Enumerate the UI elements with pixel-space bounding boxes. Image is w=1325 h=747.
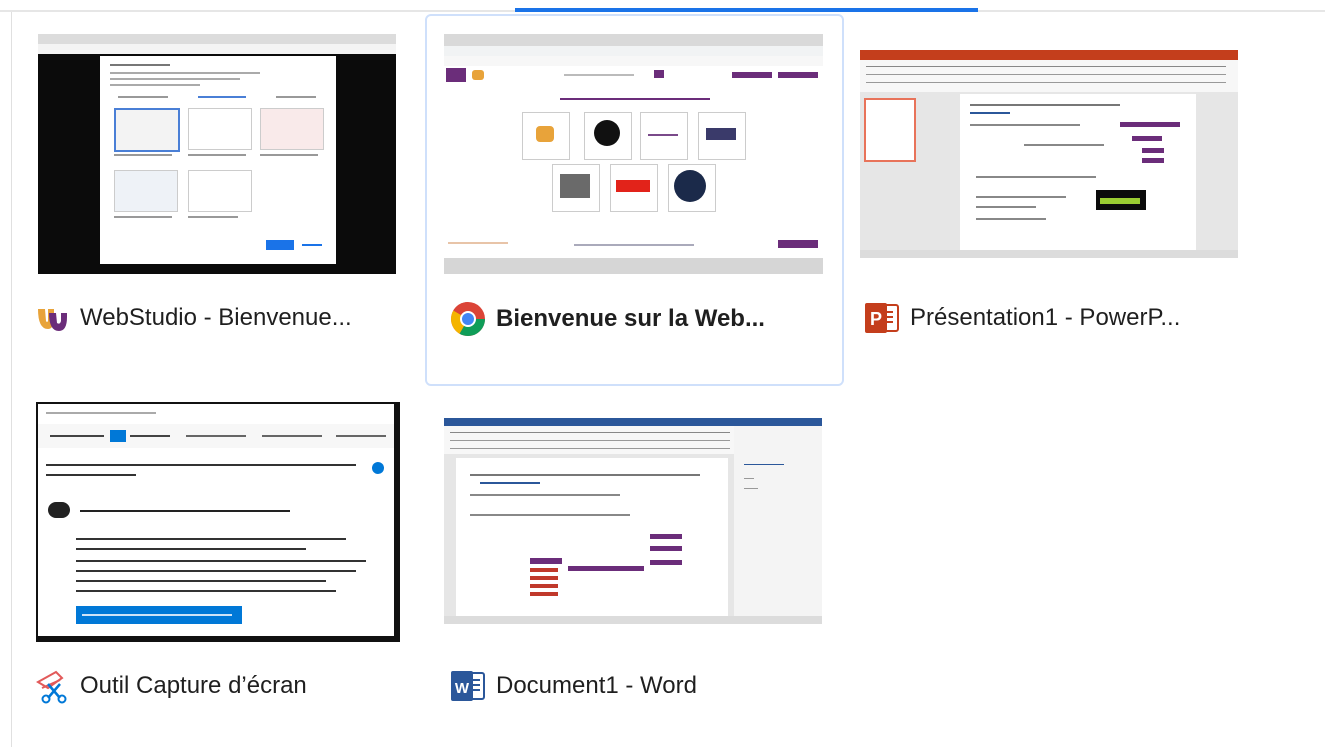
window-title: Bienvenue sur la Web... — [496, 305, 765, 332]
window-card-chrome[interactable]: Bienvenue sur la Web... — [425, 14, 844, 386]
window-thumbnail-chrome — [444, 34, 823, 274]
webstudio-icon — [34, 300, 70, 336]
svg-text:P: P — [870, 309, 882, 329]
window-card-word[interactable]: W Document1 - Word — [434, 392, 834, 722]
window-card-snipping-tool[interactable]: Outil Capture d’écran — [28, 392, 408, 722]
left-divider — [11, 12, 12, 747]
window-thumbnail-word — [444, 418, 822, 624]
chrome-icon — [450, 301, 486, 337]
window-thumbnail-webstudio — [38, 34, 396, 274]
window-title: Outil Capture d’écran — [80, 672, 307, 699]
window-caption-word: W Document1 - Word — [450, 668, 697, 704]
snipping-tool-icon — [34, 668, 70, 704]
window-thumbnail-snipping-tool — [36, 402, 400, 642]
window-thumbnail-powerpoint — [860, 50, 1238, 258]
window-caption-powerpoint: P Présentation1 - PowerP... — [864, 300, 1180, 336]
active-tab-indicator — [515, 8, 978, 12]
window-title: WebStudio - Bienvenue... — [80, 304, 352, 331]
window-card-powerpoint[interactable]: P Présentation1 - PowerP... — [850, 22, 1250, 384]
window-title: Présentation1 - PowerP... — [910, 304, 1181, 331]
window-caption-chrome: Bienvenue sur la Web... — [450, 301, 765, 337]
window-caption-webstudio: WebStudio - Bienvenue... — [34, 300, 352, 336]
window-title: Document1 - Word — [496, 672, 697, 699]
window-caption-snipping-tool: Outil Capture d’écran — [34, 668, 307, 704]
svg-text:W: W — [455, 680, 470, 697]
powerpoint-icon: P — [864, 300, 900, 336]
word-icon: W — [450, 668, 486, 704]
window-card-webstudio[interactable]: WebStudio - Bienvenue... — [28, 22, 408, 384]
